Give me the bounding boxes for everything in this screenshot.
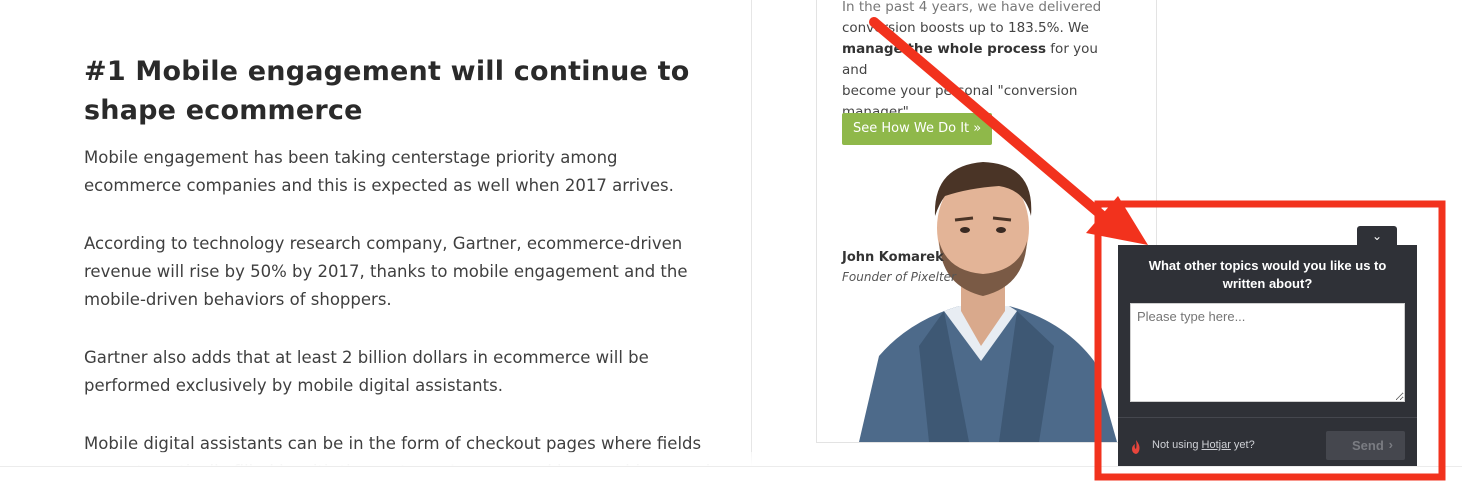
author-name: John Komarek bbox=[842, 250, 944, 265]
see-how-button[interactable]: See How We Do It » bbox=[842, 113, 993, 145]
promo-text-line: In the past 4 years, we have delivered bbox=[842, 0, 1102, 15]
chevron-right-icon: › bbox=[1388, 437, 1393, 452]
page-bottom-border bbox=[0, 466, 1462, 467]
promo-text-line: manage the whole process for you and bbox=[842, 39, 1122, 81]
hotjar-link[interactable]: Hotjar bbox=[1202, 439, 1231, 451]
promo-bold-text: manage the whole process bbox=[842, 41, 1047, 57]
column-divider bbox=[751, 0, 752, 466]
article-paragraph: According to technology research company… bbox=[84, 234, 688, 309]
poll-answer-input[interactable] bbox=[1130, 303, 1405, 402]
poll-question: What other topics would you like us to w… bbox=[1148, 258, 1387, 291]
hotjar-flame-icon bbox=[1132, 440, 1140, 454]
hotjar-note-suffix: yet? bbox=[1230, 439, 1255, 451]
poll-minimize-button[interactable]: ⌄ bbox=[1357, 226, 1397, 246]
feedback-poll-widget: What other topics would you like us to w… bbox=[1118, 245, 1417, 466]
article-heading: #1 Mobile engagement will continue to sh… bbox=[84, 56, 690, 126]
author-role: Founder of Pixelter bbox=[842, 270, 956, 284]
promo-text: In the past 4 years, we have delivered c… bbox=[842, 0, 1122, 123]
sidebar-promo-box: In the past 4 years, we have delivered c… bbox=[816, 0, 1157, 443]
hotjar-note-prefix: Not using bbox=[1152, 439, 1202, 451]
poll-divider bbox=[1118, 417, 1417, 418]
promo-text-line: conversion boosts up to 183.5%. We bbox=[842, 20, 1089, 36]
send-button[interactable]: Send › bbox=[1326, 431, 1405, 460]
article-paragraph: Gartner also adds that at least 2 billio… bbox=[84, 348, 649, 395]
chevron-down-icon: ⌄ bbox=[1371, 229, 1383, 243]
author-photo bbox=[859, 162, 1117, 442]
hotjar-note: Not using Hotjar yet? bbox=[1152, 439, 1255, 451]
article-paragraph: Mobile engagement has been taking center… bbox=[84, 148, 674, 195]
send-label: Send bbox=[1352, 438, 1384, 453]
promo-text-line: become your personal "conversion bbox=[842, 83, 1078, 99]
